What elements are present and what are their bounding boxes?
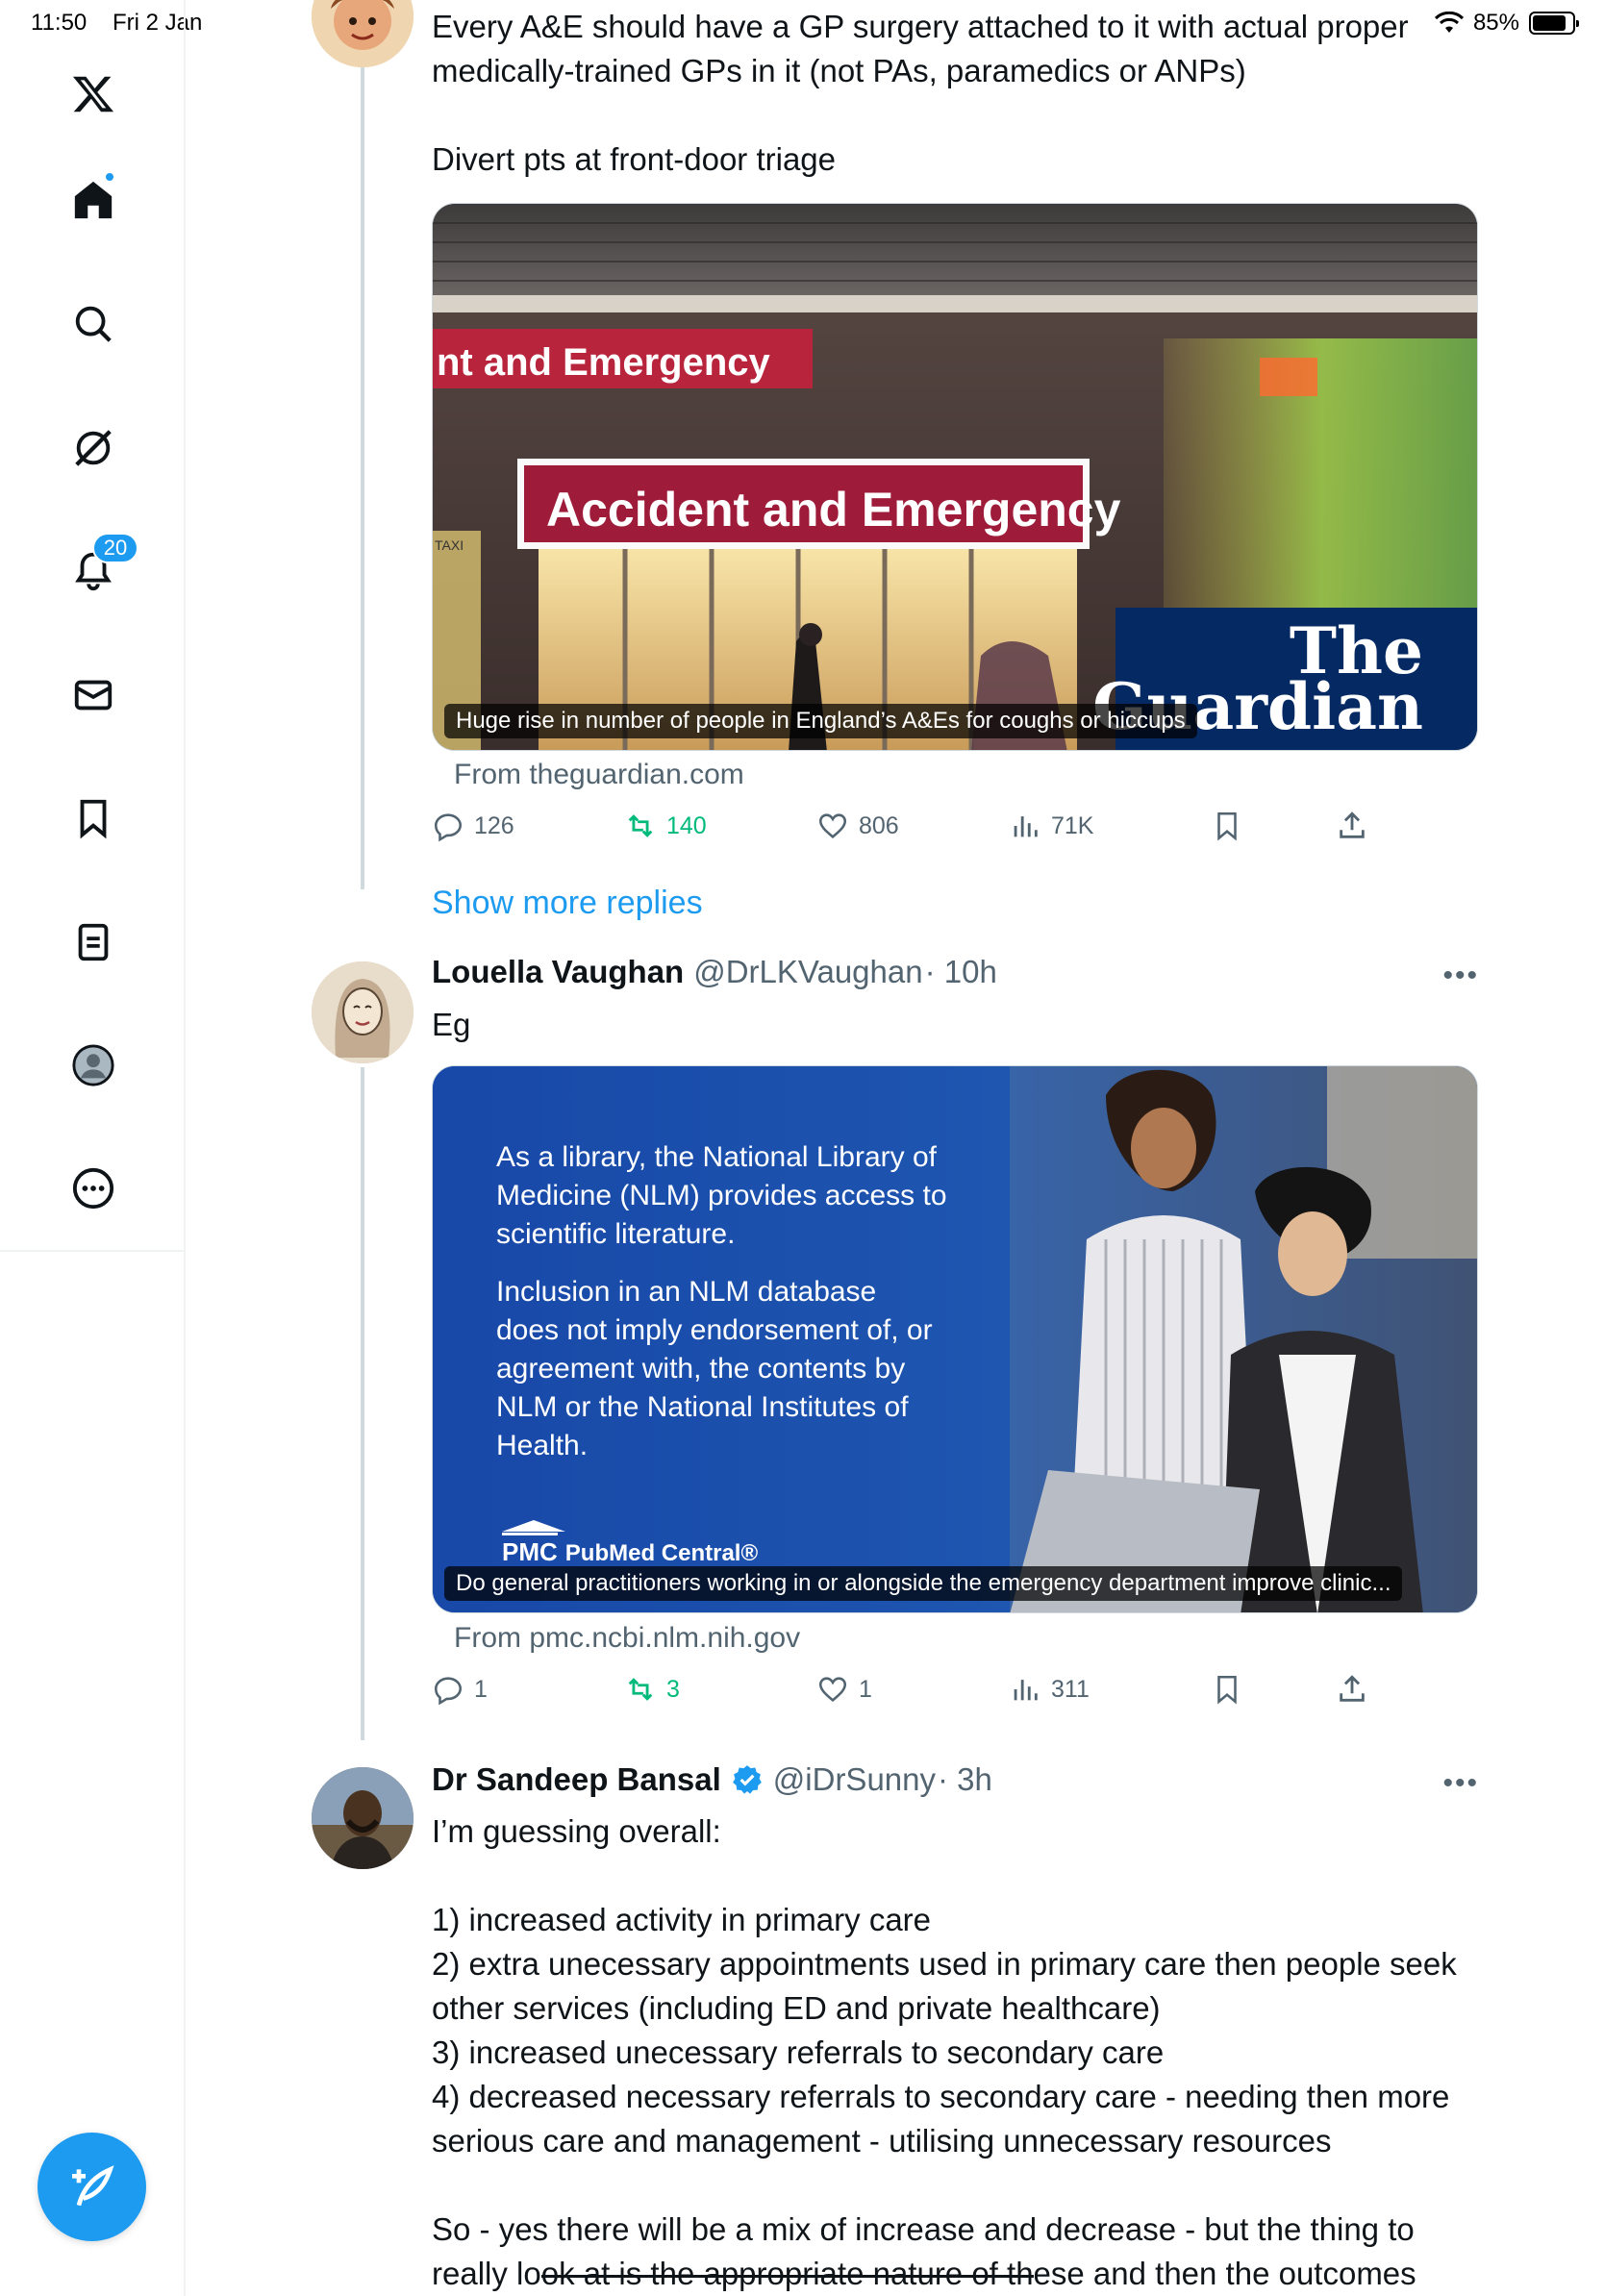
search-icon <box>75 306 112 342</box>
link-card[interactable]: nt and Emergency Accident and Emergency … <box>432 203 1478 751</box>
views-count: 311 <box>1051 1675 1090 1703</box>
nav-messages[interactable] <box>0 657 186 734</box>
sidebar: 20 <box>0 0 186 2296</box>
reply-count: 1 <box>474 1675 488 1703</box>
text-fragment: really lo <box>432 2256 541 2291</box>
tweet-text: I’m guessing overall: 1) increased activ… <box>432 1813 1457 2247</box>
share-button[interactable] <box>1336 1673 1368 1706</box>
thread-line <box>361 67 364 889</box>
text-fragment: ese and then the outcomes <box>1033 2256 1416 2291</box>
lists-icon <box>78 923 108 961</box>
avatar[interactable] <box>312 1767 414 1869</box>
like-button[interactable]: 1 <box>816 1673 872 1706</box>
taxi-sign: TAXI <box>435 537 464 553</box>
grok-icon <box>74 430 112 466</box>
profile-icon <box>71 1044 114 1086</box>
tweet-header: Dr Sandeep Bansal @iDrSunny · 3h <box>432 1761 992 1798</box>
nav-home[interactable] <box>0 162 186 238</box>
avatar[interactable] <box>312 0 414 67</box>
battery-icon <box>1529 12 1579 35</box>
pmc-name: PubMed Central® <box>564 1540 759 1566</box>
tweet-header: Louella Vaughan @DrLKVaughan · 10h <box>432 954 997 990</box>
share-icon <box>1340 1675 1365 1702</box>
sidebar-divider <box>0 1250 186 1252</box>
retweet-count: 3 <box>666 1675 680 1703</box>
pmc-abbrev: PMC <box>502 1533 558 1566</box>
reply-button[interactable]: 1 <box>432 1673 488 1706</box>
views-count: 71K <box>1051 811 1094 839</box>
bookmark-icon <box>80 799 106 839</box>
nav-search[interactable] <box>0 286 186 362</box>
link-card-source[interactable]: From pmc.ncbi.nlm.nih.gov <box>454 1622 800 1655</box>
verified-badge-icon <box>732 1765 762 1794</box>
author-name[interactable]: Dr Sandeep Bansal <box>432 1761 721 1798</box>
reply-icon <box>434 1677 463 1706</box>
author-handle[interactable]: @iDrSunny <box>773 1761 936 1798</box>
tweet-more-icon[interactable]: ••• <box>1442 1767 1479 1800</box>
tweet-actions: 126 140 806 71K <box>432 810 1374 852</box>
compose-icon <box>71 2164 114 2206</box>
bookmark-icon <box>1217 811 1237 841</box>
pmc-para-1: As a library, the National Library of Me… <box>496 1141 947 1250</box>
heart-icon <box>818 813 847 838</box>
retweet-count: 140 <box>666 811 707 839</box>
reply-button[interactable]: 126 <box>432 810 514 842</box>
compose-button[interactable] <box>38 2133 146 2241</box>
pmc-para-2: Inclusion in an NLM database does not im… <box>496 1276 933 1461</box>
share-button[interactable] <box>1336 810 1368 842</box>
link-card-caption: Huge rise in number of people in England… <box>444 704 1197 738</box>
views-icon <box>1014 1680 1038 1701</box>
retweet-button[interactable]: 140 <box>624 810 707 842</box>
tweet-actions: 1 3 1 311 <box>432 1673 1374 1715</box>
notification-badge: 20 <box>92 533 138 563</box>
avatar[interactable] <box>312 961 414 1063</box>
bookmark-button[interactable] <box>1211 810 1243 842</box>
reply-icon <box>434 813 463 842</box>
retweet-button[interactable]: 3 <box>624 1673 680 1706</box>
heart-icon <box>818 1677 847 1702</box>
home-icon <box>74 181 112 219</box>
author-handle[interactable]: @DrLKVaughan <box>693 954 922 990</box>
nav-bookmarks[interactable] <box>0 780 186 857</box>
nav-grok[interactable] <box>0 410 186 487</box>
link-card-source[interactable]: From theguardian.com <box>454 759 744 791</box>
retweet-icon <box>628 1678 653 1701</box>
tweet-text: Every A&E should have a GP surgery attac… <box>432 9 1409 177</box>
like-button[interactable]: 806 <box>816 810 899 842</box>
bookmark-button[interactable] <box>1211 1673 1243 1706</box>
bookmark-icon <box>1217 1675 1237 1705</box>
views-button[interactable]: 311 <box>1009 1673 1090 1706</box>
link-card[interactable]: As a library, the National Library of Me… <box>432 1065 1478 1613</box>
nav-more[interactable] <box>0 1150 186 1227</box>
tweet-time[interactable]: · 10h <box>925 954 997 990</box>
like-count: 806 <box>859 811 899 839</box>
battery-percent: 85% <box>1472 10 1519 36</box>
views-icon <box>1014 816 1038 837</box>
more-icon <box>72 1167 113 1210</box>
retweet-icon <box>628 814 653 837</box>
tweet-time[interactable]: · 3h <box>938 1761 992 1798</box>
pmc-logo-text: PMC PubMed Central® <box>502 1533 759 1567</box>
share-icon <box>1340 811 1365 838</box>
mail-icon <box>74 680 112 711</box>
show-more-replies-link[interactable]: Show more replies <box>432 885 703 922</box>
strikethrough-fragment: ok at is the appropriate nature of th <box>540 2256 1034 2291</box>
home-notification-dot <box>104 171 115 183</box>
tweet-text: Eg <box>432 1007 471 1042</box>
thread-line <box>361 1067 364 1740</box>
link-card-caption: Do general practitioners working in or a… <box>444 1566 1403 1601</box>
link-card-image: nt and Emergency Accident and Emergency … <box>433 204 1477 750</box>
x-logo-icon[interactable] <box>0 56 186 133</box>
nav-notifications[interactable]: 20 <box>0 533 186 610</box>
sign-top: nt and Emergency <box>437 341 771 384</box>
like-count: 1 <box>859 1675 872 1703</box>
tweet-more-icon[interactable]: ••• <box>1442 960 1479 992</box>
views-button[interactable]: 71K <box>1009 810 1093 842</box>
reply-count: 126 <box>474 811 514 839</box>
author-name[interactable]: Louella Vaughan <box>432 954 684 990</box>
sign-main: Accident and Emergency <box>546 483 1121 537</box>
nav-lists[interactable] <box>0 904 186 981</box>
tweet-text-last-line: really look at is the appropriate nature… <box>432 2252 1480 2296</box>
nav-profile[interactable] <box>0 1027 186 1104</box>
